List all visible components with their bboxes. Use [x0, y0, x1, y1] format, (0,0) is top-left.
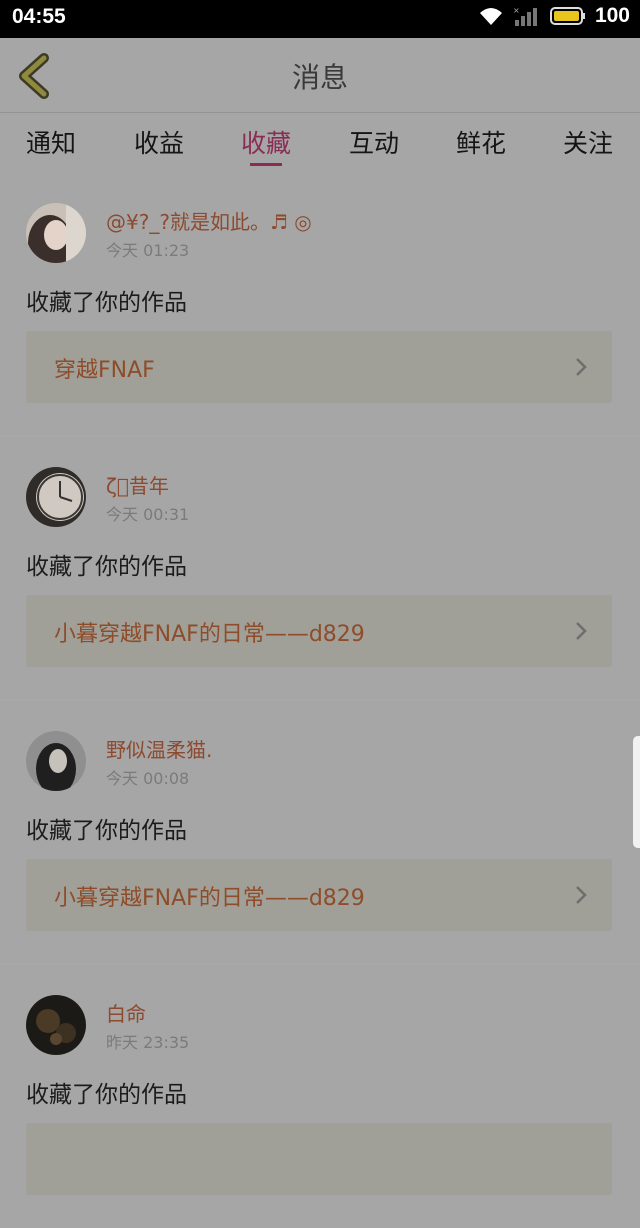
username[interactable]: ζ゚昔年: [106, 470, 169, 499]
action-text: 收藏了你的作品: [26, 554, 187, 580]
battery-level: 100: [594, 4, 630, 27]
tab-bar: 通知 收益 收藏 互动 鲜花 关注: [0, 113, 640, 173]
timestamp: 今天 00:08: [106, 769, 190, 788]
timestamp: 昨天 23:35: [106, 1033, 190, 1052]
active-tab-indicator: [250, 163, 282, 166]
action-text: 收藏了你的作品: [26, 290, 187, 316]
work-title: 小暮穿越FNAF的日常——d829: [54, 886, 365, 911]
tab-flowers[interactable]: 鲜花: [441, 124, 521, 160]
action-text: 收藏了你的作品: [26, 1082, 187, 1108]
page-title: 消息: [291, 61, 348, 94]
message-card: 野似温柔猫. 今天 00:08 收藏了你的作品 小暮穿越FNAF的日常——d82…: [0, 701, 640, 964]
chevron-right-icon: [576, 886, 587, 904]
timestamp: 今天 01:23: [106, 241, 190, 260]
avatar[interactable]: [26, 995, 86, 1055]
status-time: 04:55: [12, 5, 66, 28]
username[interactable]: 白命: [106, 998, 146, 1027]
tab-follows[interactable]: 关注: [548, 124, 628, 160]
timestamp: 今天 00:31: [106, 505, 190, 524]
work-title: 小暮穿越FNAF的日常——d829: [54, 622, 365, 647]
tab-notifications[interactable]: 通知: [11, 124, 91, 160]
tab-earnings[interactable]: 收益: [119, 124, 199, 160]
status-bar: 04:55 × 100: [0, 0, 640, 38]
message-card: @¥?_?就是如此。♬ ◎ 今天 01:23 收藏了你的作品 穿越FNAF: [0, 173, 640, 436]
work-link[interactable]: 小暮穿越FNAF的日常——d829: [26, 859, 612, 931]
scrollbar-handle[interactable]: [633, 736, 640, 848]
avatar[interactable]: [26, 203, 86, 263]
username[interactable]: 野似温柔猫.: [106, 734, 212, 763]
top-bar: 消息: [0, 38, 640, 113]
message-card: ζ゚昔年 今天 00:31 收藏了你的作品 小暮穿越FNAF的日常——d829: [0, 437, 640, 700]
wifi-icon: [479, 8, 502, 25]
avatar[interactable]: [26, 467, 86, 527]
tab-favorites[interactable]: 收藏: [226, 124, 306, 160]
signal-icon: ×: [513, 6, 537, 26]
work-link[interactable]: 小暮穿越FNAF的日常——d829: [26, 595, 612, 667]
username[interactable]: @¥?_?就是如此。♬ ◎: [106, 206, 312, 235]
message-card: 白命 昨天 23:35 收藏了你的作品: [0, 965, 640, 1228]
chevron-right-icon: [576, 622, 587, 640]
work-link[interactable]: [26, 1123, 612, 1195]
battery-icon: [549, 7, 585, 25]
svg-text:×: ×: [513, 6, 520, 15]
tab-interactions[interactable]: 互动: [334, 124, 414, 160]
work-title: 穿越FNAF: [54, 358, 155, 383]
action-text: 收藏了你的作品: [26, 818, 187, 844]
avatar[interactable]: [26, 731, 86, 791]
status-icons: × 100: [478, 4, 630, 28]
chevron-right-icon: [576, 358, 587, 376]
work-link[interactable]: 穿越FNAF: [26, 331, 612, 403]
